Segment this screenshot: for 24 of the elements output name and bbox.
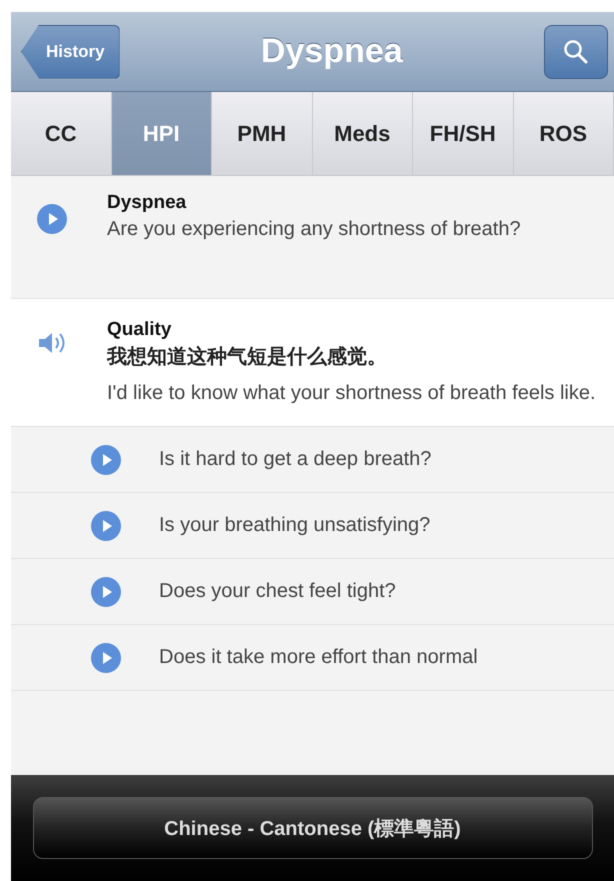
row-title: Dyspnea: [107, 192, 188, 214]
question-text: Is it hard to get a deep breath?: [159, 448, 432, 471]
play-icon: [91, 642, 121, 672]
tab[interactable]: PMH: [212, 92, 312, 175]
question-text: Are you experiencing any shortness of breath?: [107, 217, 522, 242]
play-icon: [37, 204, 67, 234]
translation-text: 我想知道这种气短是什么感觉。: [107, 343, 388, 370]
play-icon: [91, 576, 121, 606]
question-text: Does it take more effort than normal: [159, 646, 478, 669]
tab[interactable]: ROS: [514, 92, 614, 175]
speaker-icon: [37, 331, 67, 355]
question-text: I'd like to know what your shortness of breath feels like.: [107, 381, 597, 406]
search-icon: [563, 38, 589, 64]
question-text: Does your chest feel tight?: [159, 580, 396, 603]
question-text: Is your breathing unsatisfying?: [159, 514, 430, 537]
play-icon: [91, 510, 121, 540]
tab[interactable]: FH/SH: [413, 92, 514, 175]
play-icon: [91, 444, 121, 474]
screen-title: Dyspnea: [260, 32, 403, 71]
tab[interactable]: Meds: [312, 92, 413, 175]
search-button[interactable]: [544, 24, 608, 78]
back-button[interactable]: History: [21, 24, 120, 78]
language-button[interactable]: Chinese - Cantonese (標準粵語): [32, 797, 592, 859]
row-title: Quality: [107, 319, 172, 341]
